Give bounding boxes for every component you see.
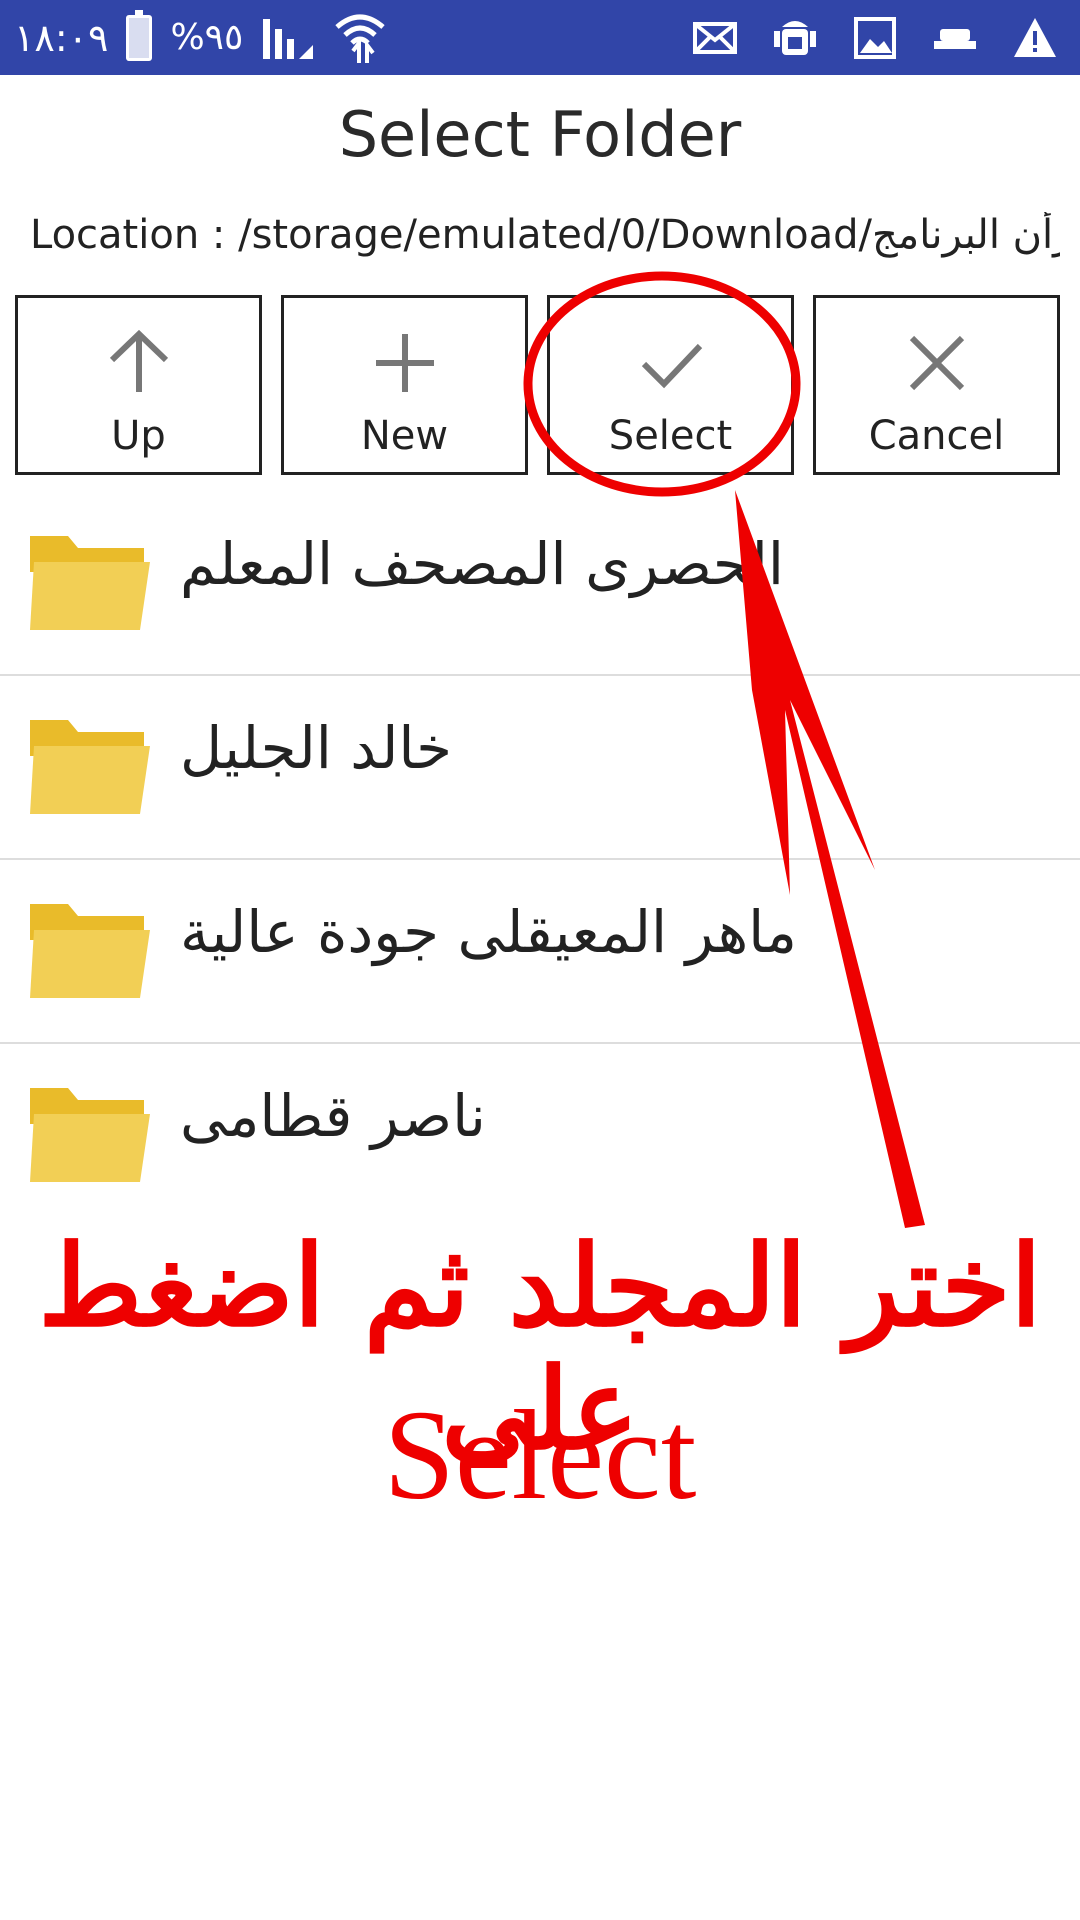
android-debug-icon: [774, 20, 816, 55]
action-buttons: Up New Select Cancel: [15, 295, 1065, 477]
folder-icon: [30, 720, 150, 814]
new-button[interactable]: New: [281, 295, 528, 475]
up-button-label: Up: [111, 413, 166, 459]
folder-name: الحصرى المصحف المعلم: [180, 530, 784, 598]
image-icon: [854, 16, 896, 59]
folder-list: الحصرى المصحف المعلم خالد الجليل ماهر ال…: [0, 492, 1080, 1226]
select-button-label: Select: [608, 413, 733, 459]
folder-icon: [30, 904, 150, 998]
folder-row[interactable]: ناصر قطامى: [0, 1044, 1080, 1226]
status-right: [692, 0, 1058, 75]
location-label: Location :: [30, 212, 226, 258]
battery-percent: %٩٥: [170, 17, 244, 58]
annotation-select-text: Select: [383, 1384, 697, 1526]
cancel-button-label: Cancel: [868, 413, 1005, 459]
status-left: ١٨:٠٩ %٩٥: [14, 0, 387, 75]
arrow-up-icon: [109, 329, 168, 392]
cancel-button[interactable]: Cancel: [813, 295, 1060, 475]
shop-icon: [934, 28, 976, 49]
folder-row[interactable]: خالد الجليل: [0, 676, 1080, 860]
folder-name: خالد الجليل: [180, 714, 452, 782]
mail-icon: [693, 21, 737, 54]
folder-row[interactable]: ماهر المعيقلى جودة عالية: [0, 860, 1080, 1044]
folder-icon: [30, 1088, 150, 1182]
wifi-icon: [335, 14, 385, 63]
dialog-title: Select Folder: [338, 98, 742, 171]
status-time: ١٨:٠٩: [14, 15, 109, 60]
folder-icon: [30, 536, 150, 630]
plus-icon: [375, 334, 434, 392]
up-button[interactable]: Up: [15, 295, 262, 475]
folder-name: ماهر المعيقلى جودة عالية: [180, 898, 797, 966]
select-button[interactable]: Select: [547, 295, 794, 475]
folder-name: ناصر قطامى: [180, 1082, 486, 1150]
check-icon: [641, 343, 702, 389]
battery-icon: [126, 9, 153, 61]
new-button-label: New: [360, 413, 449, 459]
close-icon: [909, 335, 964, 391]
status-bar: ١٨:٠٩ %٩٥: [0, 0, 1080, 75]
warning-icon: [1014, 17, 1056, 57]
folder-row[interactable]: الحصرى المصحف المعلم: [0, 492, 1080, 676]
signal-icon: [263, 18, 314, 59]
location-text: Location : /storage/emulated/0/Download/…: [30, 212, 1060, 258]
location-path: /storage/emulated/0/Download/قرأن البرنا…: [238, 212, 1060, 258]
